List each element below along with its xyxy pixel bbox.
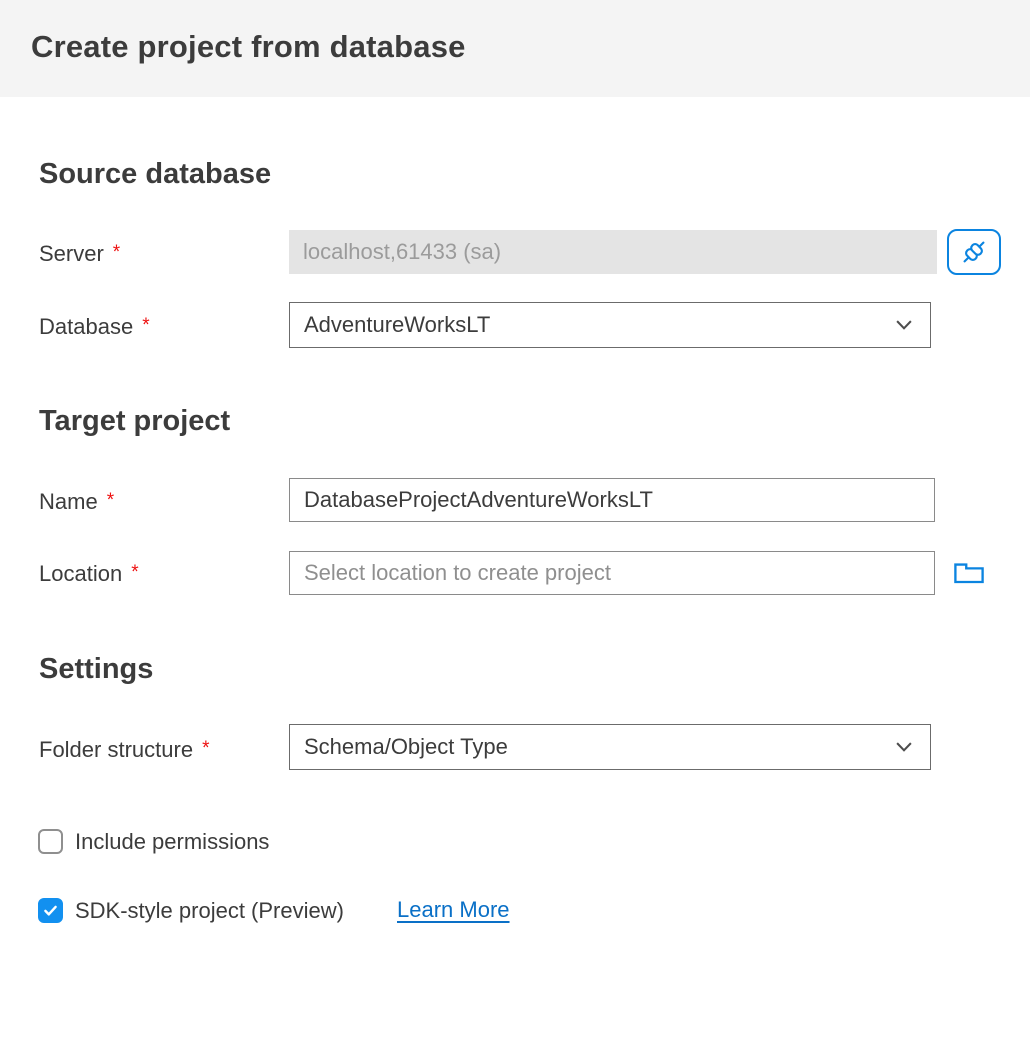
- database-dropdown-value: AdventureWorksLT: [304, 312, 490, 338]
- project-name-input[interactable]: [289, 478, 935, 522]
- required-asterisk: *: [131, 562, 138, 583]
- dialog-header: Create project from database: [0, 0, 1030, 97]
- required-asterisk: *: [142, 315, 149, 336]
- create-project-dialog: Create project from database Source data…: [0, 0, 1030, 1046]
- database-dropdown[interactable]: AdventureWorksLT: [289, 302, 931, 348]
- location-input[interactable]: [289, 551, 935, 595]
- required-asterisk: *: [202, 738, 209, 759]
- server-label: Server*: [39, 240, 120, 267]
- checkmark-icon: [42, 902, 59, 919]
- include-permissions-checkbox[interactable]: [38, 829, 63, 854]
- section-heading-target-project: Target project: [39, 405, 230, 438]
- folder-structure-label: Folder structure*: [39, 736, 209, 763]
- sdk-style-project-label[interactable]: SDK-style project (Preview): [75, 898, 344, 923]
- folder-structure-dropdown[interactable]: Schema/Object Type: [289, 724, 931, 770]
- section-heading-settings: Settings: [39, 653, 153, 686]
- database-label: Database*: [39, 313, 150, 340]
- connect-button[interactable]: [947, 229, 1001, 275]
- chevron-down-icon: [893, 314, 915, 336]
- folder-structure-dropdown-value: Schema/Object Type: [304, 734, 508, 760]
- required-asterisk: *: [107, 490, 114, 511]
- include-permissions-label[interactable]: Include permissions: [75, 829, 269, 854]
- folder-icon: [952, 557, 986, 587]
- learn-more-link[interactable]: Learn More: [397, 897, 510, 923]
- section-heading-source-database: Source database: [39, 158, 271, 191]
- server-input[interactable]: [289, 230, 937, 274]
- chevron-down-icon: [893, 736, 915, 758]
- name-label: Name*: [39, 488, 114, 515]
- sdk-style-project-checkbox[interactable]: [38, 898, 63, 923]
- page-title: Create project from database: [31, 29, 466, 65]
- location-label: Location*: [39, 560, 139, 587]
- required-asterisk: *: [113, 242, 120, 263]
- connect-plug-icon: [957, 235, 991, 269]
- browse-location-button[interactable]: [950, 555, 988, 589]
